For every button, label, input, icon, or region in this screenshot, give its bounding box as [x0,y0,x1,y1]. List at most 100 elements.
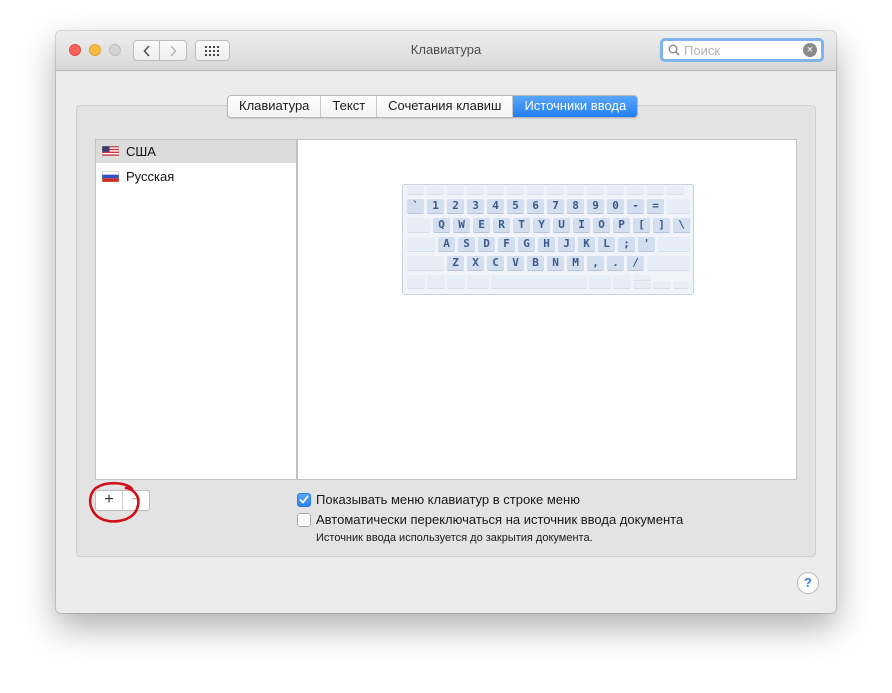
fn-key [407,275,425,289]
checkmark-icon [299,495,309,504]
key-t: T [513,218,530,233]
show-menu-checkbox[interactable] [297,492,311,507]
key-comma: , [587,256,604,271]
caps-lock-key [407,237,435,252]
key-4: 4 [487,199,504,214]
function-key [487,186,504,195]
function-key [567,186,584,195]
key-m: M [567,256,584,271]
key-l: L [598,237,615,252]
key-6: 6 [527,199,544,214]
delete-key [667,199,690,214]
us-flag-icon [102,146,119,157]
key-n: N [547,256,564,271]
function-key [607,186,624,195]
list-item-us[interactable]: США [96,140,296,163]
control-key [427,275,445,289]
source-label-russian: Русская [126,169,175,184]
keyboard-layout-image: ` 1 2 3 4 5 6 7 8 9 0- = Q W E R T Y U I O P[] \ A S D F G H J K L; ' Z X C… [402,184,694,295]
key-equals: = [647,199,664,214]
function-key [547,186,564,195]
key-s: S [458,237,475,252]
key-7: 7 [547,199,564,214]
list-item-russian[interactable]: Русская [96,165,296,188]
key-5: 5 [507,199,524,214]
auto-switch-label: Автоматически переключаться на источник … [316,512,684,527]
keyboard-preview-pane: ` 1 2 3 4 5 6 7 8 9 0- = Q W E R T Y U I O P[] \ A S D F G H J K L; ' Z X C… [297,139,797,480]
key-minus: - [627,199,644,214]
key-3: 3 [467,199,484,214]
show-menu-option[interactable]: Показывать меню клавиатур в строке меню [297,492,580,507]
key-quote: ' [638,237,655,252]
key-a: A [438,237,455,252]
key-0: 0 [607,199,624,214]
keyboard-preferences-window: Клавиатура Поиск × Клавиатура Текст Соче… [56,31,836,613]
key-1: 1 [427,199,444,214]
key-f: F [498,237,515,252]
red-circle-annotation [88,481,140,523]
arrow-up-key [633,275,651,281]
function-key [647,186,664,195]
key-q: Q [433,218,450,233]
key-i: I [573,218,590,233]
key-8: 8 [567,199,584,214]
title-bar: Клавиатура Поиск × [56,31,836,71]
key-h: H [538,237,555,252]
key-d: D [478,237,495,252]
key-v: V [507,256,524,271]
key-u: U [553,218,570,233]
shift-left-key [407,256,444,271]
source-label-us: США [126,144,156,159]
arrow-right-key [673,282,689,289]
clear-search-icon[interactable]: × [803,43,817,57]
key-y: Y [533,218,550,233]
tab-keyboard[interactable]: Клавиатура [228,96,322,117]
return-key [658,237,690,252]
function-key [667,186,684,195]
key-9: 9 [587,199,604,214]
key-backtick: ` [407,199,424,214]
option-key [447,275,465,289]
key-backslash: \ [673,218,690,233]
key-g: G [518,237,535,252]
command-right-key [589,275,611,289]
show-menu-label: Показывать меню клавиатур в строке меню [316,492,580,507]
arrow-down-key [633,282,651,289]
function-key [427,186,444,195]
help-button[interactable]: ? [797,572,819,594]
auto-switch-checkbox[interactable] [297,512,311,527]
search-field[interactable]: Поиск × [660,38,824,62]
key-z: Z [447,256,464,271]
key-o: O [593,218,610,233]
key-k: K [578,237,595,252]
tab-input-sources[interactable]: Источники ввода [513,96,638,117]
input-sources-list[interactable]: США Русская [95,139,297,480]
auto-switch-option[interactable]: Автоматически переключаться на источник … [297,512,683,527]
arrow-left-key [653,282,671,289]
search-placeholder: Поиск [684,43,721,58]
key-b: B [527,256,544,271]
key-period: . [607,256,624,271]
tab-text[interactable]: Текст [321,96,378,117]
tab-key [407,218,430,233]
shift-right-key [647,256,690,271]
key-e: E [473,218,490,233]
tab-shortcuts[interactable]: Сочетания клавиш [377,96,514,117]
option-right-key [613,275,631,289]
function-key [407,186,424,195]
function-key [507,186,524,195]
function-key [627,186,644,195]
tab-bar: Клавиатура Текст Сочетания клавиш Источн… [227,95,639,118]
auto-switch-note: Источник ввода используется до закрытия … [316,532,593,544]
key-p: P [613,218,630,233]
key-lbracket: [ [633,218,650,233]
key-rbracket: ] [653,218,670,233]
command-key [467,275,489,289]
search-icon [668,44,680,56]
space-bar-key [491,275,587,289]
key-j: J [558,237,575,252]
function-key [467,186,484,195]
function-key [587,186,604,195]
key-semicolon: ; [618,237,635,252]
key-x: X [467,256,484,271]
